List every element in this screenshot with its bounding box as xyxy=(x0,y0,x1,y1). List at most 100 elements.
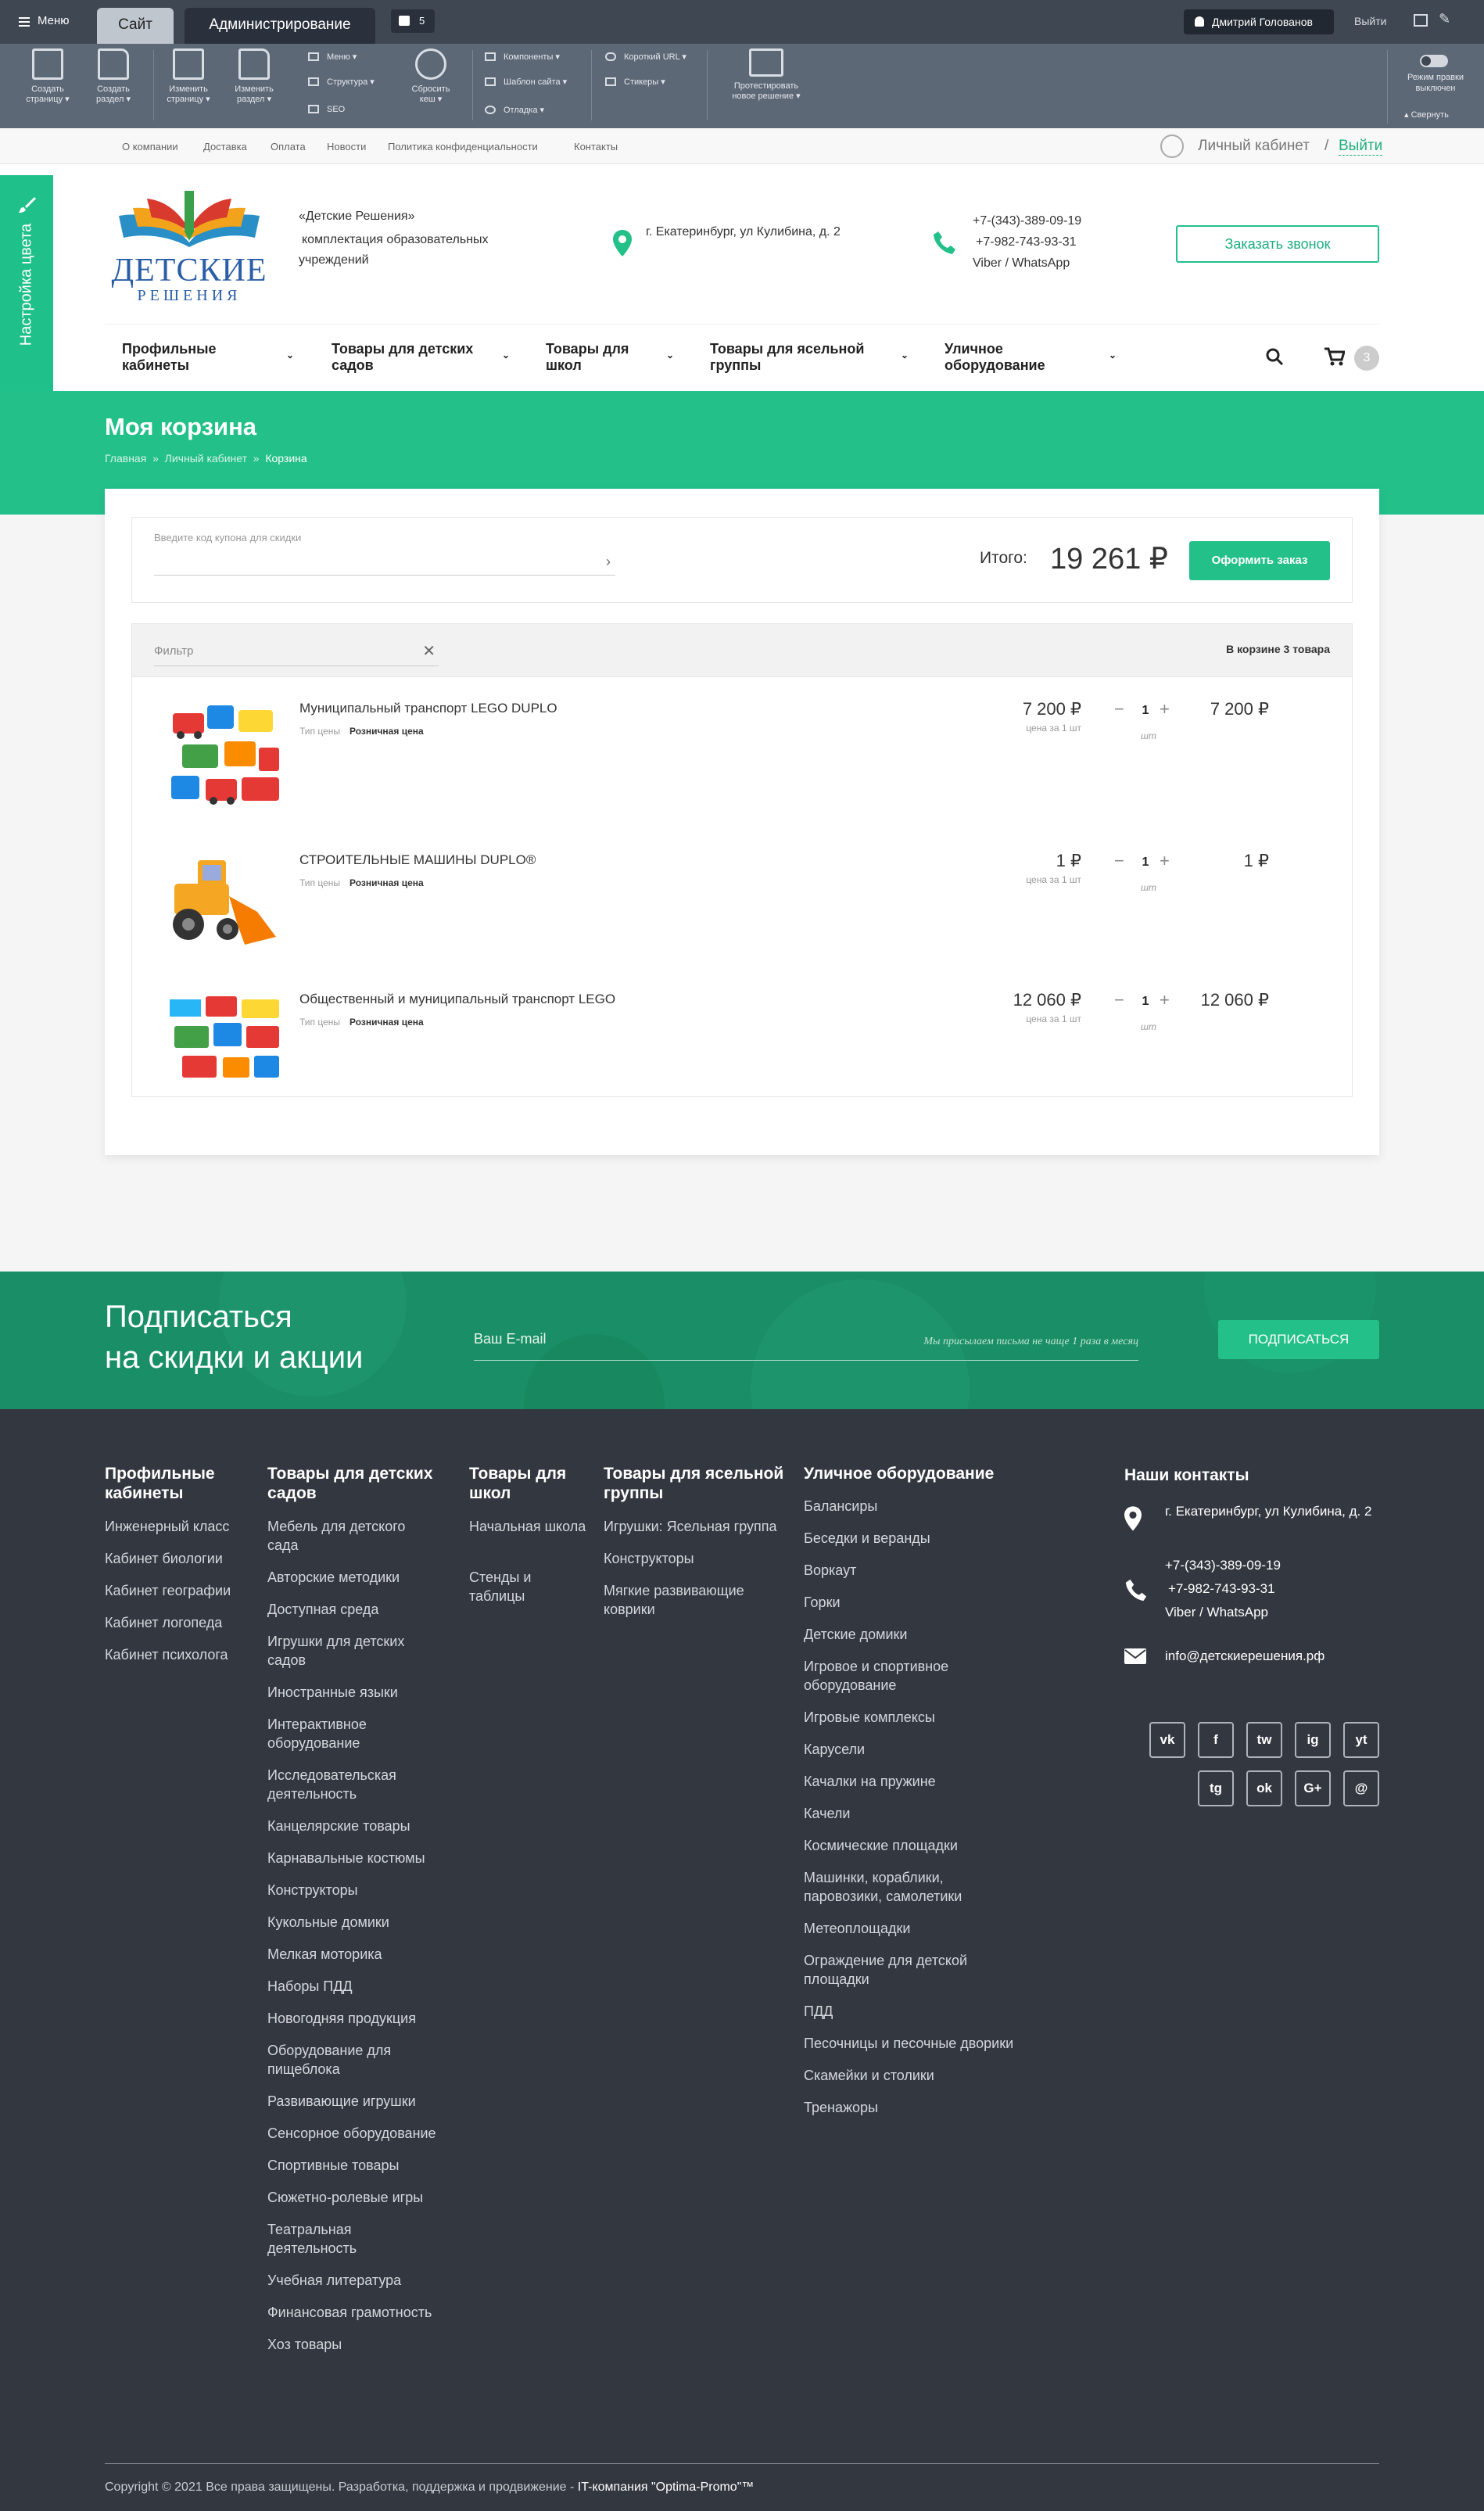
seo-tool[interactable]: SEO xyxy=(308,105,345,114)
footer-link[interactable]: Оборудование для пищеблока xyxy=(267,2041,439,2079)
footer-link[interactable]: Канцелярские товары xyxy=(267,1817,439,1835)
hamburger-icon[interactable] xyxy=(19,17,30,27)
footer-link[interactable]: Кабинет географии xyxy=(105,1581,253,1600)
footer-heading-nursery[interactable]: Товары для ясельной группы xyxy=(604,1464,791,1503)
quantity-field[interactable]: 1 xyxy=(1138,704,1153,718)
product-image[interactable] xyxy=(167,852,284,954)
increase-qty-button[interactable]: + xyxy=(1160,699,1170,719)
odnoklassniki-icon[interactable]: ok xyxy=(1246,1770,1282,1806)
footer-link[interactable]: Хоз товары xyxy=(267,2335,439,2354)
product-name[interactable]: СТРОИТЕЛЬНЫЕ МАШИНЫ DUPLO® xyxy=(299,852,536,868)
header-phone-2[interactable]: +7-982-743-93-31 xyxy=(976,235,1077,249)
footer-link[interactable]: Конструкторы xyxy=(267,1881,439,1899)
footer-link[interactable]: Игровые комплексы xyxy=(804,1708,1015,1727)
footer-heading-profile-rooms[interactable]: Профильные кабинеты xyxy=(105,1464,238,1503)
account-link[interactable]: Личный кабинет xyxy=(1198,138,1310,155)
edit-section-button[interactable]: Изменить раздел ▾ xyxy=(227,48,281,105)
footer-link[interactable]: Песочницы и песочные дворики xyxy=(804,2034,1015,2053)
color-settings-tab[interactable]: Настройка цвета xyxy=(0,175,53,391)
footer-link[interactable]: Исследовательская деятельность xyxy=(267,1766,439,1803)
footer-link[interactable]: Горки xyxy=(804,1593,1015,1612)
nav-nursery[interactable]: Товары для ясельной группы ⌄ xyxy=(710,341,913,374)
header-phone-1[interactable]: +7-(343)-389-09-19 xyxy=(973,214,1081,228)
topnav-privacy[interactable]: Политика конфиденциальности xyxy=(388,141,538,152)
footer-link[interactable]: Конструкторы xyxy=(604,1549,799,1568)
developer-link[interactable]: IT-компания "Optima-Promo"™ xyxy=(578,2481,755,2494)
test-new-solution-button[interactable]: Протестировать новое решение ▾ xyxy=(718,48,815,102)
create-section-button[interactable]: Создать раздел ▾ xyxy=(86,48,141,105)
youtube-icon[interactable]: yt xyxy=(1343,1722,1379,1758)
window-icon[interactable] xyxy=(1414,14,1428,27)
clear-filter-icon[interactable]: ✕ xyxy=(422,641,436,661)
quantity-field[interactable]: 1 xyxy=(1138,995,1153,1009)
quantity-field[interactable]: 1 xyxy=(1138,856,1153,870)
footer-link[interactable]: Кабинет логопеда xyxy=(105,1613,253,1632)
collapse-button[interactable]: ▴ Свернуть xyxy=(1404,109,1449,120)
checkout-button[interactable]: Оформить заказ xyxy=(1189,541,1330,580)
topnav-payment[interactable]: Оплата xyxy=(271,141,306,152)
footer-link[interactable]: Развивающие игрушки xyxy=(267,2092,439,2111)
menu-tool[interactable]: Меню ▾ xyxy=(308,52,357,62)
footer-link[interactable]: Скамейки и столики xyxy=(804,2066,1015,2085)
email-field[interactable]: Ваш E-mail Мы присылаем письма не чаще 1… xyxy=(474,1326,1138,1361)
google-plus-icon[interactable]: G+ xyxy=(1295,1770,1331,1806)
footer-link[interactable]: Ограждение для детской площадки xyxy=(804,1951,1015,1989)
footer-link[interactable]: Космические площадки xyxy=(804,1836,1015,1855)
footer-link[interactable]: Интерактивное оборудование xyxy=(267,1715,439,1752)
footer-link[interactable]: Игровое и спортивное оборудование xyxy=(804,1657,1015,1695)
footer-link[interactable]: Качели xyxy=(804,1804,1015,1823)
footer-link[interactable]: Доступная среда xyxy=(267,1600,439,1619)
user-button[interactable]: Дмитрий Голованов xyxy=(1184,9,1334,34)
telegram-icon[interactable]: tg xyxy=(1198,1770,1234,1806)
footer-link[interactable]: Кабинет психолога xyxy=(105,1645,253,1664)
components-tool[interactable]: Компоненты ▾ xyxy=(485,52,560,62)
footer-link[interactable]: Метеоплощадки xyxy=(804,1919,1015,1938)
create-page-button[interactable]: Создать страницу ▾ xyxy=(20,48,75,105)
footer-link[interactable]: Балансиры xyxy=(804,1497,1015,1516)
footer-link[interactable]: Игрушки: Ясельная группа xyxy=(604,1517,799,1536)
template-tool[interactable]: Шаблон сайта ▾ xyxy=(485,77,567,87)
footer-link[interactable]: Мягкие развивающие коврики xyxy=(604,1581,799,1619)
topnav-news[interactable]: Новости xyxy=(327,141,366,152)
nav-outdoor[interactable]: Уличное оборудование ⌄ xyxy=(945,341,1124,374)
cart-icon[interactable] xyxy=(1324,347,1345,366)
vk-icon[interactable]: vk xyxy=(1149,1722,1185,1758)
footer-email[interactable]: info@детскиерешения.рф xyxy=(1165,1648,1324,1664)
footer-link[interactable]: Карнавальные костюмы xyxy=(267,1849,439,1867)
nav-profile-rooms[interactable]: Профильные кабинеты ⌄ xyxy=(122,341,302,374)
notifications-button[interactable]: 5 xyxy=(391,9,435,33)
topnav-delivery[interactable]: Доставка xyxy=(203,141,247,152)
footer-link[interactable]: Кабинет биологии xyxy=(105,1549,253,1568)
facebook-icon[interactable]: f xyxy=(1198,1722,1234,1758)
footer-link[interactable]: Карусели xyxy=(804,1740,1015,1759)
topnav-about[interactable]: О компании xyxy=(122,141,178,152)
search-icon[interactable] xyxy=(1265,347,1284,366)
logout-link[interactable]: Выйти xyxy=(1339,138,1383,156)
filter-input[interactable]: Фильтр ✕ xyxy=(154,638,439,666)
product-image[interactable] xyxy=(167,992,284,1085)
footer-link[interactable]: Иностранные языки xyxy=(267,1683,439,1702)
footer-link[interactable]: Начальная школа xyxy=(469,1517,586,1536)
structure-tool[interactable]: Структура ▾ xyxy=(308,77,375,87)
footer-link[interactable]: Инженерный класс xyxy=(105,1517,253,1536)
footer-link[interactable]: Тренажоры xyxy=(804,2098,1015,2117)
footer-link[interactable]: Сюжетно-ролевые игры xyxy=(267,2188,439,2207)
nav-schools[interactable]: Товары для школ ⌄ xyxy=(546,341,679,374)
footer-link[interactable]: Наборы ПДД xyxy=(267,1977,439,1996)
footer-phone-1[interactable]: +7-(343)-389-09-19 xyxy=(1165,1558,1281,1573)
footer-link[interactable]: Учебная литература xyxy=(267,2271,439,2290)
footer-link[interactable]: Финансовая грамотность xyxy=(267,2303,439,2322)
footer-link[interactable]: Воркаут xyxy=(804,1561,1015,1580)
footer-heading-schools[interactable]: Товары для школ xyxy=(469,1464,579,1503)
increase-qty-button[interactable]: + xyxy=(1160,851,1170,871)
decrease-qty-button[interactable]: − xyxy=(1114,699,1124,719)
debug-tool[interactable]: Отладка ▾ xyxy=(485,105,544,115)
decrease-qty-button[interactable]: − xyxy=(1114,851,1124,871)
clear-cache-button[interactable]: Сбросить кеш ▾ xyxy=(403,48,458,105)
coupon-field[interactable]: Введите код купона для скидки › xyxy=(154,532,615,576)
footer-link[interactable]: Мелкая моторика xyxy=(267,1945,439,1964)
crumb-account[interactable]: Личный кабинет xyxy=(165,452,247,465)
footer-link[interactable]: Машинки, кораблики, паровозики, самолети… xyxy=(804,1868,1015,1906)
chevron-right-icon[interactable]: › xyxy=(606,554,611,570)
edit-page-button[interactable]: Изменить страницу ▾ xyxy=(161,48,216,105)
